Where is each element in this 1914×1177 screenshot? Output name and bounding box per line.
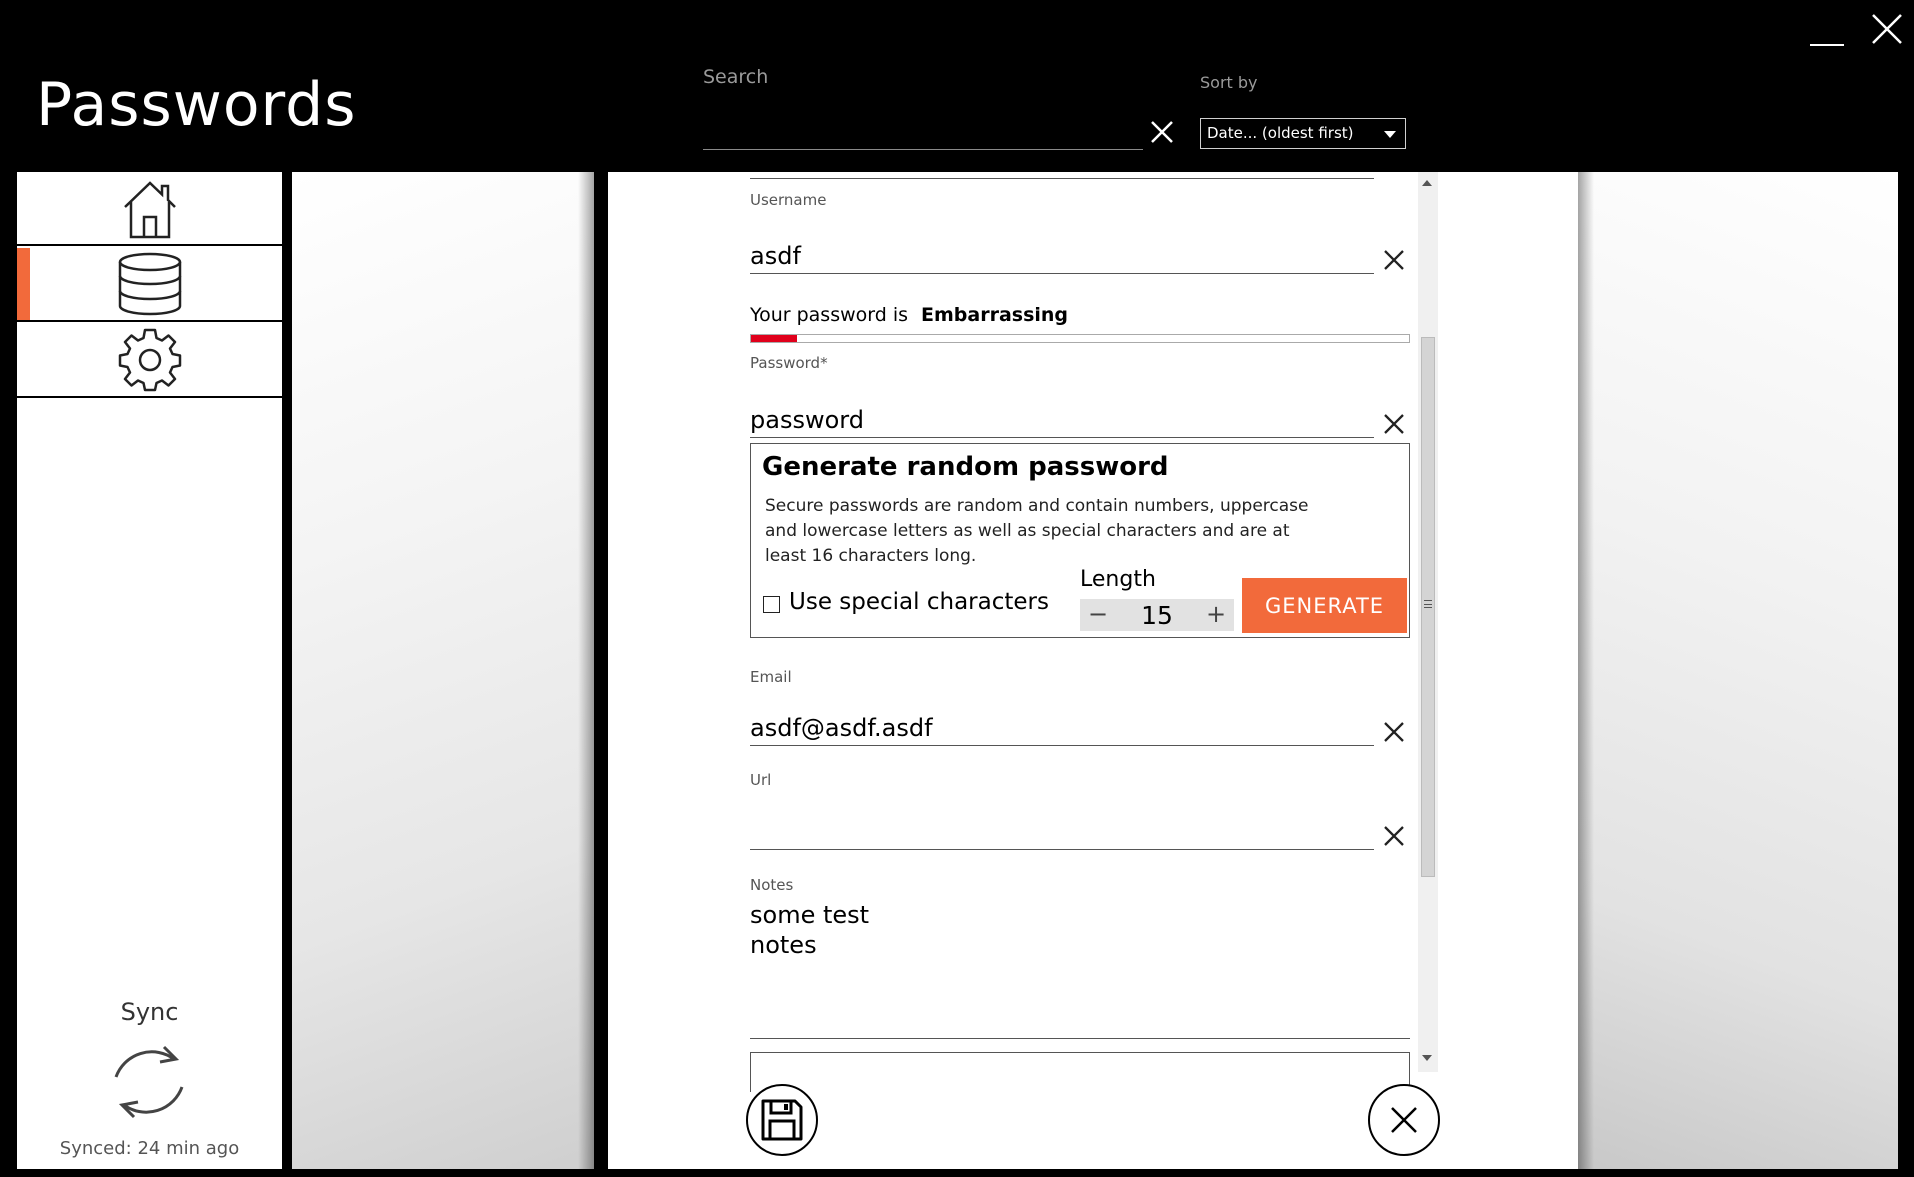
scroll-up-icon[interactable] <box>1422 180 1432 186</box>
generator-description: Secure passwords are random and contain … <box>765 496 1309 566</box>
sort-value: Date... (oldest first) <box>1207 124 1354 142</box>
close-icon <box>1384 414 1404 434</box>
divider <box>750 1038 1410 1039</box>
close-window-button[interactable] <box>1870 12 1904 46</box>
gear-icon <box>118 328 181 392</box>
scroll-thumb[interactable] <box>1421 337 1435 877</box>
url-label: Url <box>750 771 772 789</box>
sort-label: Sort by <box>1200 73 1258 92</box>
sync-button[interactable] <box>104 1037 194 1127</box>
sync-icon <box>114 1045 184 1119</box>
sync-status: Synced: 24 min ago <box>59 1138 240 1159</box>
password-clear-button[interactable] <box>1380 410 1408 438</box>
decrement-button[interactable]: − <box>1086 599 1110 631</box>
background-panel-left <box>292 172 594 1169</box>
grip-icon <box>1424 600 1432 608</box>
scrollbar[interactable] <box>1418 172 1438 1072</box>
email-label: Email <box>750 668 792 686</box>
notes-textarea[interactable]: some test notes <box>750 900 1250 960</box>
notes-label: Notes <box>750 876 794 894</box>
sync-label: Sync <box>120 998 179 1026</box>
search-input[interactable] <box>703 112 1143 150</box>
password-label: Password* <box>750 354 828 372</box>
minimize-button[interactable] <box>1810 30 1844 46</box>
length-value[interactable]: 15 <box>1120 601 1194 630</box>
search-clear-button[interactable] <box>1148 118 1176 146</box>
username-clear-button[interactable] <box>1380 246 1408 274</box>
sidebar: Sync Synced: 24 min ago <box>17 172 282 1169</box>
strength-bar <box>750 334 1410 343</box>
special-characters-checkbox[interactable] <box>763 596 780 613</box>
username-label: Username <box>750 191 827 209</box>
length-label: Length <box>1080 567 1156 592</box>
password-input[interactable] <box>750 402 1374 438</box>
password-generator: Generate random password Secure password… <box>750 443 1410 638</box>
generator-title: Generate random password <box>762 452 1169 482</box>
username-input[interactable] <box>750 238 1374 274</box>
strength-value: Embarrassing <box>921 304 1069 326</box>
entry-form: Username Your password is Embarrassing P… <box>608 172 1578 1169</box>
scroll-down-icon[interactable] <box>1422 1055 1432 1061</box>
close-icon <box>1384 722 1404 742</box>
sort-dropdown[interactable]: Date... (oldest first) <box>1200 118 1406 149</box>
close-icon <box>1151 121 1173 143</box>
email-clear-button[interactable] <box>1380 718 1408 746</box>
special-characters-label[interactable]: Use special characters <box>789 589 1049 615</box>
next-section <box>750 1052 1410 1092</box>
divider <box>750 178 1374 179</box>
url-input[interactable] <box>750 814 1374 850</box>
sidebar-item-settings[interactable] <box>17 324 282 398</box>
close-icon <box>1391 1107 1417 1133</box>
increment-button[interactable]: + <box>1204 599 1228 631</box>
app-window: Passwords Search Sort by Date... (oldest… <box>0 0 1914 1177</box>
sidebar-item-database[interactable] <box>17 248 282 322</box>
strength-fill <box>751 335 798 342</box>
home-icon <box>123 181 176 239</box>
cancel-button[interactable] <box>1368 1084 1440 1156</box>
close-icon <box>1384 826 1404 846</box>
email-input[interactable] <box>750 710 1374 746</box>
generate-button[interactable]: GENERATE <box>1242 578 1407 633</box>
length-stepper: − 15 + <box>1080 599 1234 631</box>
close-icon <box>1384 250 1404 270</box>
close-icon <box>1872 14 1902 44</box>
search-label: Search <box>703 66 769 88</box>
sidebar-item-home[interactable] <box>17 172 282 246</box>
url-clear-button[interactable] <box>1380 822 1408 850</box>
chevron-down-icon <box>1384 131 1396 138</box>
app-title: Passwords <box>36 70 357 140</box>
save-button[interactable] <box>746 1084 818 1156</box>
database-icon <box>118 252 181 316</box>
save-icon <box>761 1099 803 1141</box>
background-panel-right <box>1578 172 1898 1169</box>
strength-label: Your password is <box>750 304 909 326</box>
